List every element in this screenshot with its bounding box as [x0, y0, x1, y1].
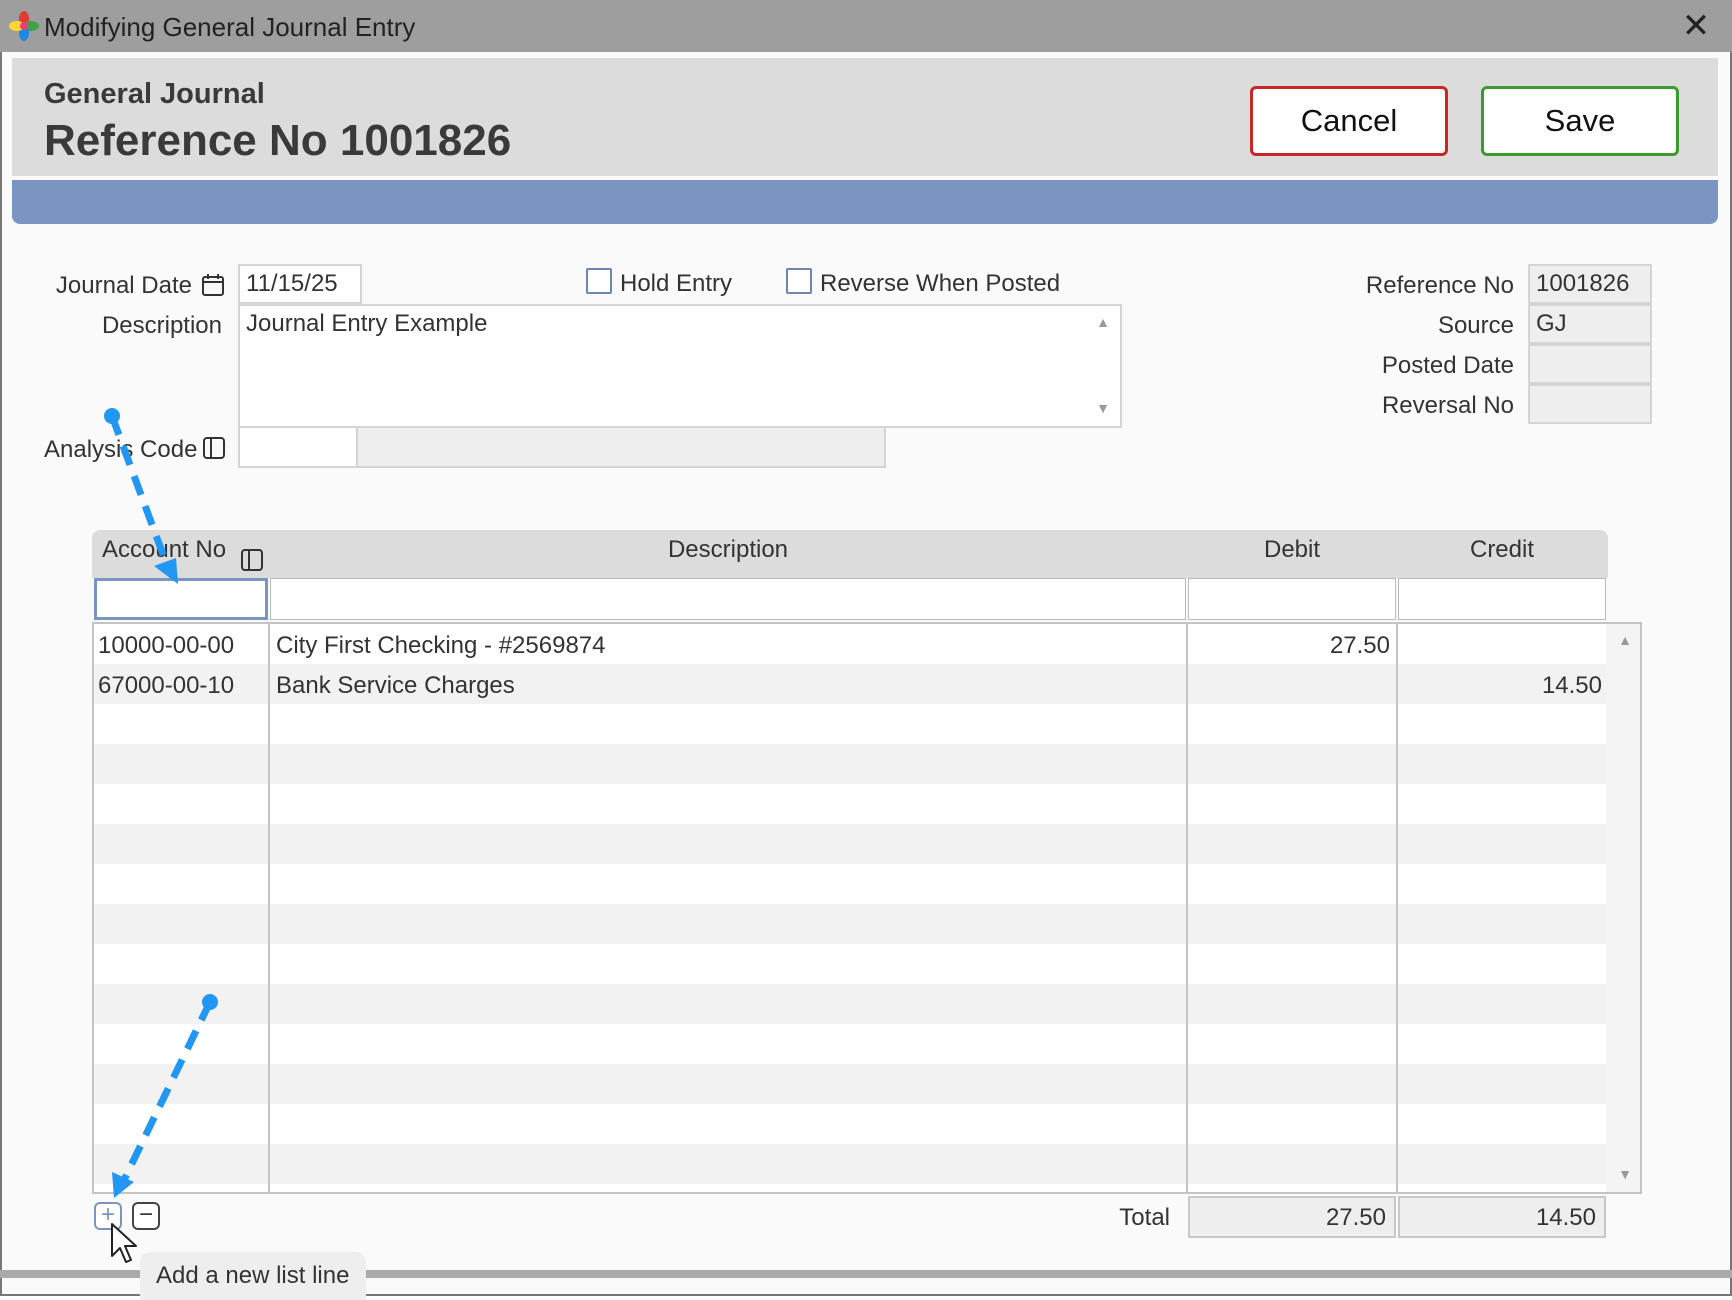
page-subtitle: General Journal	[44, 78, 265, 110]
app-icon	[9, 11, 39, 41]
description-label: Description	[101, 312, 222, 339]
close-icon[interactable]: ✕	[1676, 6, 1716, 46]
table-row[interactable]	[94, 864, 1606, 904]
reverse-when-posted-label: Reverse When Posted	[820, 270, 1061, 297]
table-row[interactable]	[94, 1104, 1606, 1144]
source-field: GJ	[1528, 304, 1652, 344]
source-label: Source	[1437, 312, 1514, 339]
total-debit: 27.50	[1188, 1196, 1396, 1238]
filter-credit-input[interactable]	[1398, 578, 1606, 620]
page-title: Reference No 1001826	[44, 116, 512, 165]
reversal-no-field	[1528, 384, 1652, 424]
column-divider	[1186, 624, 1188, 1192]
filter-account-input[interactable]	[94, 578, 268, 620]
cell-account[interactable]: 10000-00-00	[98, 632, 234, 660]
column-divider	[268, 624, 270, 1192]
filter-description-input[interactable]	[270, 578, 1186, 620]
cell-description[interactable]: Bank Service Charges	[276, 672, 515, 700]
analysis-code-description	[356, 426, 886, 468]
table-row[interactable]	[94, 944, 1606, 984]
posted-date-field	[1528, 344, 1652, 384]
table-row[interactable]	[94, 824, 1606, 864]
cancel-button[interactable]: Cancel	[1250, 86, 1448, 156]
column-header-debit[interactable]: Debit	[1188, 536, 1396, 564]
lookup-icon[interactable]	[240, 548, 264, 572]
journal-date-field[interactable]: 11/15/25	[238, 264, 362, 304]
analysis-code-label: Analysis Code	[44, 436, 198, 463]
analysis-code-field[interactable]	[238, 426, 358, 468]
cell-debit[interactable]: 27.50	[1188, 632, 1390, 660]
journal-date-label: Journal Date	[55, 272, 192, 299]
textarea-scroll-up[interactable]: ▲	[1092, 314, 1114, 330]
total-credit: 14.50	[1398, 1196, 1606, 1238]
grid-scroll-down[interactable]: ▼	[1614, 1166, 1636, 1182]
description-textarea[interactable]: Journal Entry Example	[238, 304, 1122, 428]
table-row[interactable]	[94, 1144, 1606, 1184]
cell-account[interactable]: 67000-00-10	[98, 672, 234, 700]
column-divider	[1396, 624, 1398, 1192]
mouse-cursor-icon	[111, 1223, 137, 1263]
hold-entry-label: Hold Entry	[620, 270, 733, 297]
table-row[interactable]	[94, 784, 1606, 824]
table-row[interactable]	[94, 1024, 1606, 1064]
save-button[interactable]: Save	[1481, 86, 1679, 156]
posted-date-label: Posted Date	[1381, 352, 1514, 379]
total-label: Total	[1119, 1204, 1170, 1231]
table-row[interactable]	[94, 744, 1606, 784]
reference-no-label: Reference No	[1365, 272, 1514, 299]
hold-entry-checkbox[interactable]	[586, 268, 612, 294]
tooltip: Add a new list line	[140, 1252, 366, 1300]
calendar-icon[interactable]	[200, 272, 226, 298]
reference-no-field: 1001826	[1528, 264, 1652, 304]
reversal-no-label: Reversal No	[1381, 392, 1514, 419]
grid-scrollbar[interactable]	[1606, 624, 1640, 1192]
table-row[interactable]	[94, 904, 1606, 944]
table-row[interactable]	[94, 704, 1606, 744]
column-header-account[interactable]: Account No	[102, 536, 226, 564]
cell-credit[interactable]: 14.50	[1398, 672, 1602, 700]
reverse-when-posted-checkbox[interactable]	[786, 268, 812, 294]
table-row[interactable]	[94, 984, 1606, 1024]
cell-description[interactable]: City First Checking - #2569874	[276, 632, 605, 660]
column-header-credit[interactable]: Credit	[1398, 536, 1606, 564]
table-row[interactable]	[94, 1064, 1606, 1104]
column-header-description[interactable]: Description	[270, 536, 1186, 564]
lookup-icon[interactable]	[202, 436, 226, 460]
grid-scroll-up[interactable]: ▲	[1614, 632, 1636, 648]
accent-bar	[12, 180, 1718, 224]
filter-debit-input[interactable]	[1188, 578, 1396, 620]
window-title: Modifying General Journal Entry	[44, 12, 416, 42]
textarea-scroll-down[interactable]: ▼	[1092, 400, 1114, 416]
